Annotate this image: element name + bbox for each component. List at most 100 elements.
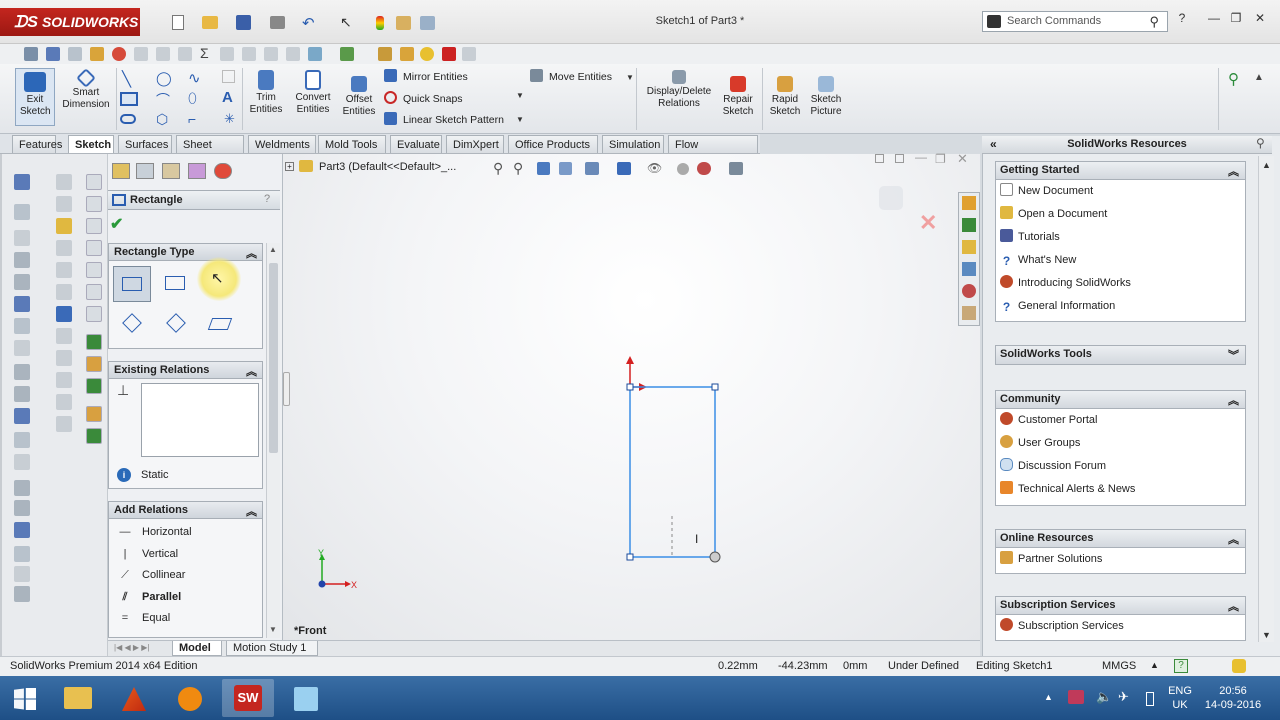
sketch-shortcut-icon-5[interactable] bbox=[56, 262, 72, 278]
resources-tab-icon[interactable] bbox=[962, 196, 976, 210]
tool-icon-11[interactable] bbox=[242, 47, 256, 61]
grid-tool-icon[interactable] bbox=[14, 408, 30, 424]
section-header[interactable]: Subscription Services ︽ bbox=[996, 597, 1245, 615]
mirror-tool-icon[interactable] bbox=[14, 296, 30, 312]
close-icon[interactable]: ✕ bbox=[1252, 11, 1268, 27]
relation-collinear[interactable]: ⟋ Collinear bbox=[115, 565, 255, 585]
view-shortcut-icon-11[interactable] bbox=[86, 406, 102, 422]
parallelogram-option[interactable] bbox=[201, 308, 239, 344]
view-shortcut-icon-8[interactable] bbox=[86, 334, 102, 350]
clock[interactable]: 20:56 14-09-2016 bbox=[1200, 684, 1266, 712]
tab-dimxpert[interactable]: DimXpert bbox=[446, 135, 504, 153]
add-relations-header[interactable]: Add Relations ︽ bbox=[108, 501, 263, 519]
tool-icon-12[interactable] bbox=[264, 47, 278, 61]
chevron-down-icon[interactable] bbox=[14, 586, 30, 602]
spline-tool-icon[interactable] bbox=[14, 522, 30, 538]
text-icon[interactable]: A bbox=[222, 89, 233, 106]
view-shortcut-icon-4[interactable] bbox=[86, 240, 102, 256]
tutorials-link[interactable]: Tutorials bbox=[996, 226, 1245, 249]
discussion-forum-link[interactable]: Discussion Forum bbox=[996, 455, 1245, 478]
relation-tool-icon[interactable] bbox=[14, 386, 30, 402]
relation-vertical[interactable]: | Vertical bbox=[115, 544, 255, 564]
move-entities-button[interactable]: Move Entities bbox=[530, 68, 612, 86]
scroll-down-icon[interactable]: ▼ bbox=[1262, 630, 1271, 640]
offset-tool-icon[interactable] bbox=[14, 274, 30, 290]
grid-icon[interactable] bbox=[222, 70, 235, 83]
airplane-mode-icon[interactable]: ✈ bbox=[1118, 689, 1129, 705]
sketch-shortcut-icon-4[interactable] bbox=[56, 240, 72, 256]
quick-tips-icon[interactable]: ? bbox=[1174, 659, 1188, 673]
linear-pattern-dropdown-icon[interactable]: ▼ bbox=[516, 115, 524, 124]
battery-icon[interactable] bbox=[1146, 692, 1154, 706]
unit-system[interactable]: MMGS bbox=[1102, 660, 1136, 672]
introducing-solidworks-link[interactable]: Introducing SolidWorks bbox=[996, 272, 1245, 295]
file-explorer-taskbar[interactable] bbox=[52, 679, 104, 717]
polygon-icon[interactable]: ⬡ bbox=[156, 111, 168, 128]
input-language[interactable]: ENG UK bbox=[1164, 684, 1196, 712]
corner-rectangle-option[interactable] bbox=[113, 266, 151, 302]
panel-splitter-handle[interactable] bbox=[283, 372, 290, 406]
tray-app-icon[interactable] bbox=[1068, 690, 1084, 704]
quick-snaps-dropdown-icon[interactable]: ▼ bbox=[516, 91, 524, 100]
move-entities-dropdown-icon[interactable]: ▼ bbox=[626, 73, 634, 82]
pm-scrollbar[interactable]: ▲ ▼ bbox=[266, 243, 280, 638]
sketch-shortcut-icon-2[interactable] bbox=[56, 196, 72, 212]
section-header[interactable]: Online Resources ︽ bbox=[996, 530, 1245, 548]
undo-icon[interactable]: ↶ bbox=[302, 14, 315, 32]
collapse-chevron-icon[interactable]: ︽ bbox=[246, 245, 257, 261]
tool-icon-17[interactable] bbox=[400, 47, 414, 61]
repair-sketch-button[interactable]: Repair Sketch bbox=[718, 76, 758, 118]
view-shortcut-icon-12[interactable] bbox=[86, 428, 102, 444]
tab-mold-tools[interactable]: Mold Tools bbox=[318, 135, 386, 153]
new-document-icon[interactable] bbox=[172, 15, 184, 30]
dimxpert-manager-icon[interactable] bbox=[188, 163, 206, 179]
tab-weldments[interactable]: Weldments bbox=[248, 135, 316, 153]
print-icon[interactable] bbox=[270, 16, 285, 29]
open-folder-icon[interactable] bbox=[202, 16, 218, 29]
bottom-tab-model[interactable]: Model bbox=[172, 641, 222, 656]
solidworks-logo[interactable]: ᗪS SOLIDWORKS bbox=[0, 8, 140, 36]
tool-icon-8[interactable] bbox=[178, 47, 192, 61]
view-shortcut-icon-2[interactable] bbox=[86, 196, 102, 212]
sketch-picture-button[interactable]: Sketch Picture bbox=[806, 76, 846, 118]
view-shortcut-icon-3[interactable] bbox=[86, 218, 102, 234]
chevron-more-icon[interactable] bbox=[14, 546, 30, 562]
notes-taskbar[interactable] bbox=[280, 679, 332, 717]
general-information-link[interactable]: ? General Information bbox=[996, 295, 1245, 318]
ok-check-icon[interactable]: ✔ bbox=[110, 214, 123, 234]
sketch-shortcut-icon-12[interactable] bbox=[56, 416, 72, 432]
minimize-icon[interactable]: — bbox=[1206, 11, 1222, 27]
scroll-up-icon[interactable]: ▲ bbox=[269, 245, 277, 254]
display-delete-relations-button[interactable]: Display/Delete Relations bbox=[642, 70, 716, 110]
mirror-entities-button[interactable]: Mirror Entities bbox=[384, 68, 468, 86]
section-header[interactable]: SolidWorks Tools ︾ bbox=[996, 346, 1245, 364]
solidworks-taskbar[interactable]: SW bbox=[222, 679, 274, 717]
pattern-tool-icon[interactable] bbox=[14, 364, 30, 380]
section-header[interactable]: Community ︽ bbox=[996, 391, 1245, 409]
scroll-down-icon[interactable]: ▼ bbox=[269, 625, 277, 634]
search-commands-field[interactable]: Search Commands ⚲ bbox=[982, 11, 1168, 32]
customer-portal-link[interactable]: Customer Portal bbox=[996, 409, 1245, 432]
tray-expand-icon[interactable]: ▲ bbox=[1044, 692, 1053, 702]
subscription-services-link[interactable]: Subscription Services bbox=[996, 615, 1245, 638]
convert-tool-icon[interactable] bbox=[14, 252, 30, 268]
scroll-up-icon[interactable]: ▲ bbox=[1262, 160, 1271, 170]
tab-evaluate[interactable]: Evaluate bbox=[390, 135, 442, 153]
collapse-task-pane-icon[interactable]: « bbox=[990, 137, 997, 151]
view-shortcut-icon-9[interactable] bbox=[86, 356, 102, 372]
sketch-shortcut-icon-6[interactable] bbox=[56, 284, 72, 300]
sketch-shortcut-icon-1[interactable] bbox=[56, 174, 72, 190]
ellipse-icon[interactable]: ⬯ bbox=[188, 90, 197, 107]
graphics-area[interactable]: + Part3 (Default<<Default>_... ⚲ ⚲ 👁 — ❐… bbox=[283, 150, 980, 640]
relation-equal[interactable]: = Equal bbox=[115, 608, 255, 628]
help-icon[interactable]: ? bbox=[1174, 11, 1190, 27]
tool-icon-13[interactable] bbox=[286, 47, 300, 61]
tab-office-products[interactable]: Office Products bbox=[508, 135, 598, 153]
find-icon[interactable] bbox=[46, 47, 60, 61]
new-document-link[interactable]: New Document bbox=[996, 180, 1245, 203]
convert-entities-button[interactable]: Convert Entities bbox=[290, 70, 336, 116]
rectangle-type-header[interactable]: Rectangle Type ︽ bbox=[108, 243, 263, 261]
property-manager-icon[interactable] bbox=[136, 163, 154, 179]
existing-relations-list[interactable] bbox=[141, 383, 259, 457]
tool-icon-6[interactable] bbox=[134, 47, 148, 61]
